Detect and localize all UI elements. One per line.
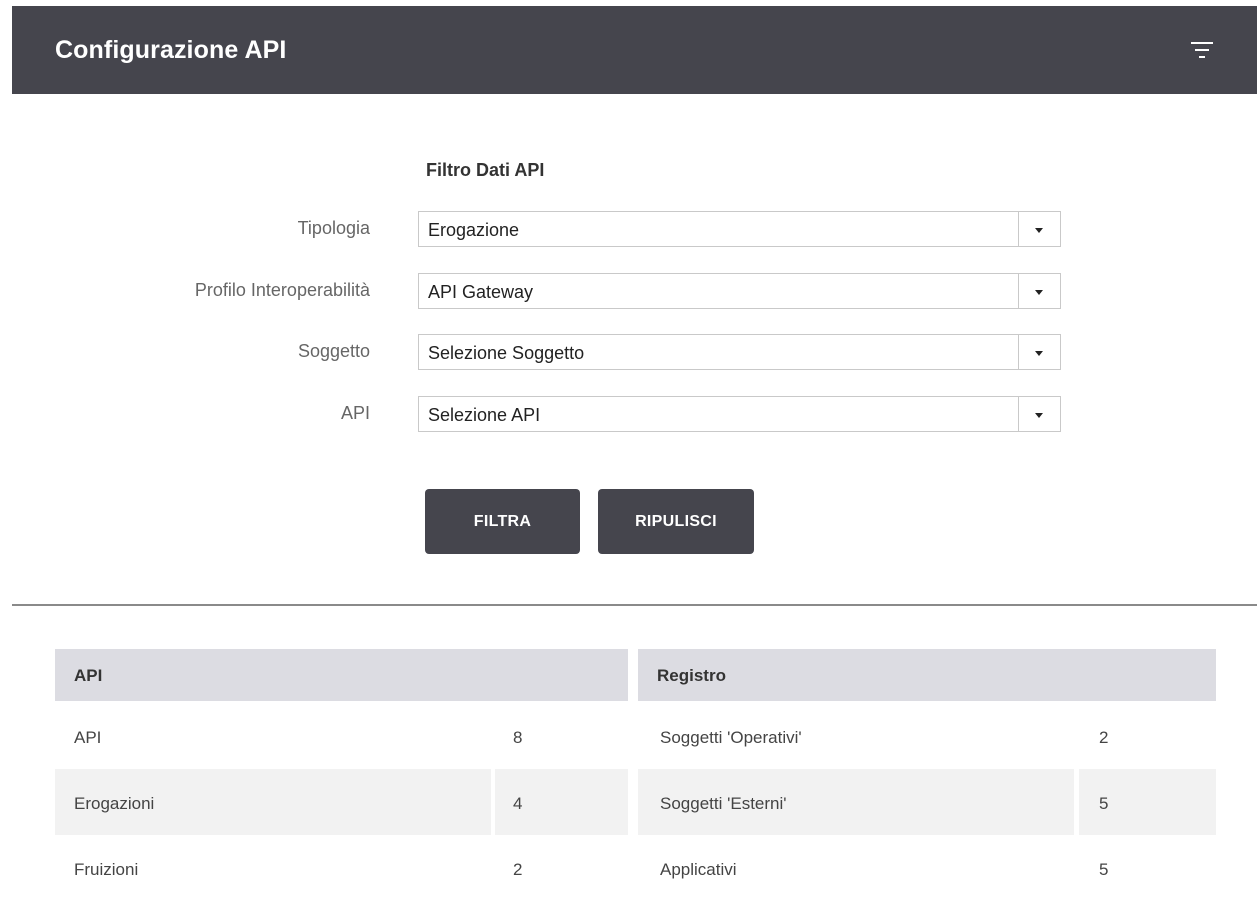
soggetto-value: Selezione Soggetto: [428, 343, 585, 363]
registro-row-count: 5: [1099, 860, 1109, 879]
registro-row-name: Soggetti 'Operativi': [660, 728, 802, 747]
api-table-row: Erogazioni 4: [55, 769, 628, 835]
tipologia-label: Tipologia: [297, 218, 370, 238]
form-row-tipologia: Tipologia Erogazione: [0, 211, 1062, 247]
registro-table-header: Registro: [638, 649, 1216, 701]
profilo-select[interactable]: API Gateway: [418, 273, 1061, 309]
form-row-soggetto: Soggetto Selezione Soggetto: [0, 334, 1062, 370]
tipologia-value: Erogazione: [428, 220, 520, 240]
api-value: Selezione API: [428, 405, 541, 425]
api-row-name: Fruizioni: [74, 860, 139, 879]
registro-row-count: 5: [1099, 794, 1109, 813]
registro-row-count: 2: [1099, 728, 1109, 747]
chevron-down-icon[interactable]: [1018, 335, 1060, 369]
tipologia-select[interactable]: Erogazione: [418, 211, 1061, 247]
page-title: Configurazione API: [55, 35, 287, 64]
filter-section-title: Filtro Dati API: [426, 160, 545, 180]
api-row-name: Erogazioni: [74, 794, 155, 813]
filter-icon[interactable]: [1191, 42, 1213, 60]
registro-table-row: Soggetti 'Esterni' 5: [638, 769, 1216, 835]
profilo-value: API Gateway: [428, 282, 534, 302]
soggetto-select[interactable]: Selezione Soggetto: [418, 334, 1061, 370]
api-row-count: 8: [513, 728, 523, 747]
registro-row-name: Applicativi: [660, 860, 737, 879]
chevron-down-icon[interactable]: [1018, 274, 1060, 308]
form-row-profilo: Profilo Interoperabilità API Gateway: [0, 273, 1062, 309]
profilo-label: Profilo Interoperabilità: [194, 280, 370, 300]
api-row-count: 4: [513, 794, 523, 813]
filter-button[interactable]: FILTRA: [425, 489, 580, 554]
chevron-down-icon[interactable]: [1018, 212, 1060, 246]
soggetto-label: Soggetto: [297, 341, 370, 361]
reset-button[interactable]: RIPULISCI: [598, 489, 754, 554]
divider: [12, 604, 1257, 606]
form-row-api: API Selezione API: [0, 396, 1062, 432]
api-row-count: 2: [513, 860, 523, 879]
api-row-name: API: [74, 728, 102, 747]
api-table-row: API 8: [55, 703, 628, 769]
chevron-down-icon[interactable]: [1018, 397, 1060, 431]
app-header: Configurazione API: [12, 6, 1257, 94]
api-table-row: Fruizioni 2: [55, 835, 628, 901]
api-table-header: API: [55, 649, 628, 701]
registro-row-name: Soggetti 'Esterni': [660, 794, 787, 813]
registro-table-row: Soggetti 'Operativi' 2: [638, 703, 1216, 769]
registro-table-row: Applicativi 5: [638, 835, 1216, 901]
api-label: API: [340, 403, 370, 423]
api-select[interactable]: Selezione API: [418, 396, 1061, 432]
